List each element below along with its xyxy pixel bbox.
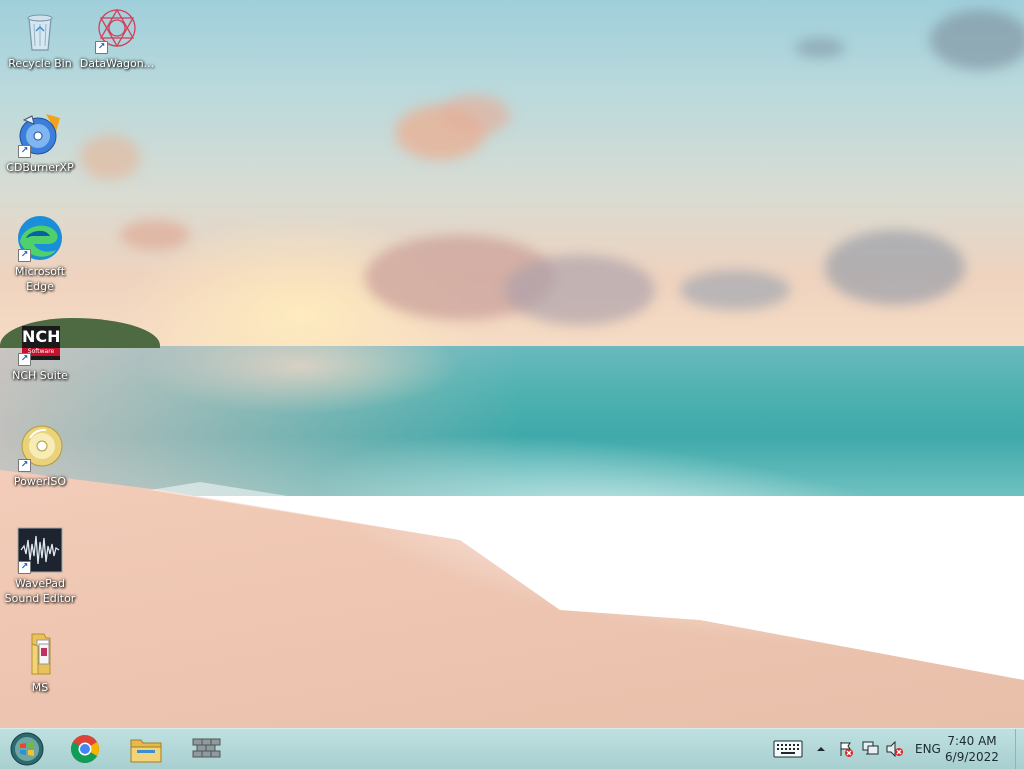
poweriso-icon: ↗ [16,424,64,472]
desktop-icon-label: CDBurnerXP [6,161,74,174]
taskbar[interactable]: ENG 7:40 AM 6/9/2022 [0,728,1024,769]
show-hidden-icons-icon [817,747,825,751]
desktop-icon-label: Microsoft Edge [14,265,66,293]
language-indicator[interactable]: ENG [915,729,941,769]
desktop-icon-label: WavePad Sound Editor [4,577,76,605]
shortcut-arrow-icon: ↗ [18,561,31,574]
action-center-icon [840,742,853,757]
nch-suite-icon: NCH Software ↗ [16,322,64,366]
touch-keyboard-button[interactable] [773,729,803,769]
file-explorer-icon [130,739,162,763]
desktop-icon-datawagon[interactable]: ↗ DataWagon... [77,6,157,71]
wavepad-icon: ↗ [16,526,64,574]
volume-muted-icon [886,741,903,757]
cdburnerxp-icon: ↗ [16,110,64,158]
wallpaper-cloud [80,135,140,180]
wallpaper-cloud [440,95,510,135]
wallpaper-cloud [505,255,655,325]
desktop-wallpaper[interactable]: Recycle Bin ↗ DataWagon... ↗ CDBurnerXP … [0,0,1024,728]
desktop-icon-label: NCH Suite [12,369,68,382]
datawagon-icon: ↗ [93,6,141,54]
brick-wall-icon [192,738,221,758]
desktop-icon-label: DataWagon... [79,57,155,70]
wallpaper-cloud [930,10,1024,70]
clock-date: 6/9/2022 [945,750,999,764]
start-button[interactable] [2,731,52,767]
wallpaper-cloud [825,230,965,305]
network-icon [862,741,879,755]
desktop-icon-microsoft-edge[interactable]: ↗ Microsoft Edge [0,214,80,294]
clock-time: 7:40 AM [947,734,997,748]
desktop-icon-nch-suite[interactable]: NCH Software ↗ NCH Suite [0,322,80,383]
volume-button[interactable] [886,729,904,769]
nch-logo-text: NCH [22,327,61,346]
show-hidden-icons-button[interactable] [816,729,826,769]
taskbar-file-explorer-button[interactable] [121,731,171,767]
show-desktop-button[interactable] [1015,729,1024,769]
language-label: ENG [915,742,941,756]
desktop-icon-poweriso[interactable]: ↗ PowerISO [0,424,80,489]
shortcut-arrow-icon: ↗ [18,353,31,366]
desktop-icon-label: MS [31,681,49,694]
wallpaper-cloud [120,220,190,250]
shortcut-arrow-icon: ↗ [18,145,31,158]
desktop-icon-label: PowerISO [13,475,67,488]
desktop-icon-label: Recycle Bin [8,57,72,70]
desktop-icon-wavepad[interactable]: ↗ WavePad Sound Editor [0,526,80,606]
taskbar-chrome-button[interactable] [60,731,110,767]
network-button[interactable] [862,729,880,769]
microsoft-edge-icon: ↗ [16,214,64,262]
shortcut-arrow-icon: ↗ [18,459,31,472]
desktop-icon-ms-folder[interactable]: MS [0,630,80,695]
wallpaper-cloud [795,38,845,58]
taskbar-firewall-button[interactable] [182,731,232,767]
action-center-button[interactable] [838,729,854,769]
shortcut-arrow-icon: ↗ [18,249,31,262]
shortcut-arrow-icon: ↗ [95,41,108,54]
desktop-icon-recycle-bin[interactable]: Recycle Bin [0,6,80,71]
wallpaper-cloud [680,270,790,310]
taskbar-clock[interactable]: 7:40 AM 6/9/2022 [942,733,1002,765]
folder-icon [16,630,64,678]
touch-keyboard-icon [773,740,803,758]
windows-orb-icon [10,732,44,766]
desktop-icon-cdburnerxp[interactable]: ↗ CDBurnerXP [0,110,80,175]
recycle-bin-icon [16,6,64,54]
chrome-icon [71,735,99,763]
